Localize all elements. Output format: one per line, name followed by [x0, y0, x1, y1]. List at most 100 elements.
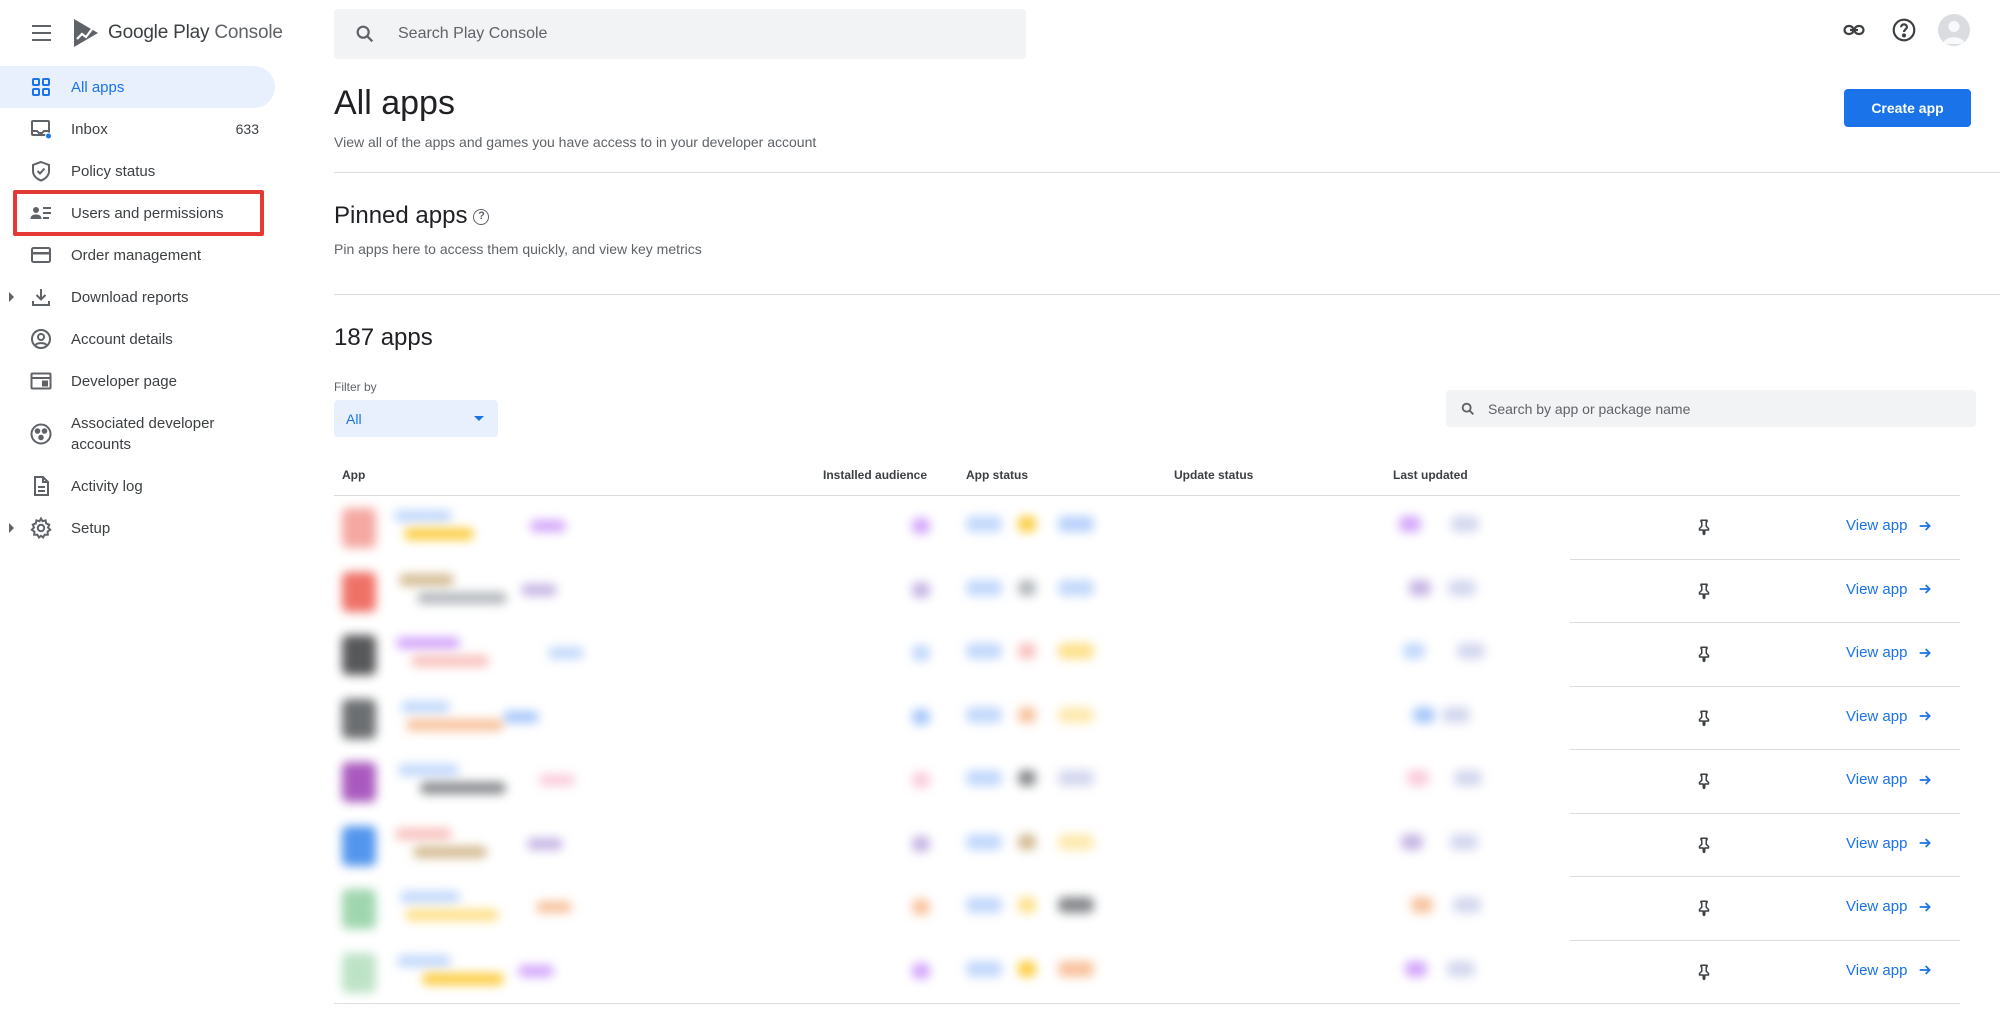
pin-icon[interactable]	[1695, 582, 1713, 600]
view-app-link[interactable]: View app	[1846, 581, 1933, 598]
app-status-value	[1018, 960, 1036, 977]
sidebar-item-label: All apps	[71, 78, 125, 96]
app-search-input[interactable]	[1488, 400, 1968, 417]
app-icon	[342, 952, 376, 993]
table-row[interactable]: View app	[334, 814, 1960, 877]
pin-icon[interactable]	[1695, 709, 1713, 727]
installed-audience-value	[912, 772, 930, 788]
table-row[interactable]: View app	[334, 941, 1960, 1004]
last-updated-value	[1454, 770, 1482, 786]
table-row[interactable]: View app	[334, 750, 1960, 814]
global-search-bar[interactable]	[334, 9, 1026, 59]
view-app-label: View app	[1846, 580, 1908, 598]
app-search-bar[interactable]	[1446, 390, 1976, 427]
last-updated-value	[1447, 960, 1475, 977]
view-app-link[interactable]: View app	[1846, 644, 1933, 661]
sidebar-item-developer-page[interactable]: Developer page	[0, 360, 290, 402]
grid-icon	[32, 78, 50, 96]
expand-arrow-icon[interactable]	[9, 523, 14, 533]
app-name	[548, 647, 584, 659]
view-app-link[interactable]: View app	[1846, 962, 1933, 979]
app-name	[518, 964, 554, 977]
sidebar-item-setup[interactable]: Setup	[0, 507, 290, 549]
view-app-link[interactable]: View app	[1846, 898, 1933, 915]
table-row[interactable]: View app	[334, 560, 1960, 623]
search-input[interactable]	[398, 25, 958, 43]
pin-icon[interactable]	[1695, 836, 1713, 854]
sidebar-item-associated-developer-accounts[interactable]: Associated developer accounts	[0, 402, 290, 465]
search-icon	[356, 25, 374, 43]
table-row[interactable]: View app	[334, 496, 1960, 560]
link-icon[interactable]	[1838, 14, 1870, 46]
sidebar-item-all-apps[interactable]: All apps	[0, 66, 275, 108]
app-status-value	[966, 897, 1002, 913]
column-header-last-updated[interactable]: Last updated	[1393, 468, 1468, 482]
app-package	[413, 845, 487, 858]
pin-icon[interactable]	[1695, 518, 1713, 536]
sidebar-item-order-management[interactable]: Order management	[0, 234, 290, 276]
gear-icon	[30, 516, 52, 540]
sidebar-item-users-and-permissions[interactable]: Users and permissions	[0, 192, 290, 234]
app-name	[527, 837, 563, 850]
app-status-value	[1058, 516, 1094, 532]
table-row[interactable]: View app	[334, 687, 1960, 750]
view-app-link[interactable]: View app	[1846, 708, 1933, 725]
app-icon	[342, 889, 376, 929]
app-status-value	[1058, 833, 1094, 850]
pin-icon[interactable]	[1695, 645, 1713, 663]
last-updated-value	[1453, 897, 1481, 913]
app-package	[405, 909, 499, 921]
sidebar-item-account-details[interactable]: Account details	[0, 318, 290, 360]
page-subtitle: View all of the apps and games you have …	[334, 134, 817, 150]
expand-arrow-icon[interactable]	[9, 292, 14, 302]
brand-google: Google Play	[108, 22, 210, 43]
sidebar-item-label: Order management	[71, 246, 202, 264]
app-status-value	[966, 770, 1002, 786]
view-app-link[interactable]: View app	[1846, 517, 1933, 534]
installed-audience-value	[912, 581, 930, 598]
top-actions	[1838, 14, 1970, 46]
avatar[interactable]	[1938, 14, 1970, 46]
play-console-logo-icon	[74, 19, 98, 47]
app-package	[420, 782, 506, 794]
pin-icon[interactable]	[1695, 963, 1713, 981]
table-row[interactable]: View app	[334, 623, 1960, 687]
sidebar: Google Play Console All apps Inbox 633 P…	[0, 0, 290, 1009]
view-app-label: View app	[1846, 644, 1908, 661]
arrow-right-icon	[1920, 647, 1932, 658]
sidebar-item-activity-log[interactable]: Activity log	[0, 465, 290, 507]
filter-dropdown[interactable]: All	[334, 400, 498, 437]
app-name	[395, 827, 452, 840]
pin-icon[interactable]	[1695, 899, 1713, 917]
column-header-app[interactable]: App	[342, 468, 365, 482]
help-icon[interactable]: ?	[473, 208, 490, 225]
brand-console: Console	[214, 22, 283, 43]
sidebar-item-policy-status[interactable]: Policy status	[0, 150, 290, 192]
installed-audience-value	[912, 962, 930, 979]
filter-label: Filter by	[334, 380, 377, 394]
pinned-apps-title-text: Pinned apps	[334, 202, 468, 229]
sidebar-item-label: Users and permissions	[71, 204, 224, 222]
sidebar-item-inbox[interactable]: Inbox 633	[0, 108, 290, 150]
column-header-app-status[interactable]: App status	[966, 468, 1028, 482]
app-name	[539, 774, 575, 786]
table-row[interactable]: View app	[334, 877, 1960, 941]
create-app-button[interactable]: Create app	[1844, 89, 1971, 127]
app-icon	[342, 825, 376, 866]
app-name	[536, 901, 572, 913]
last-updated-value	[1413, 706, 1435, 723]
sidebar-item-download-reports[interactable]: Download reports	[0, 276, 290, 318]
column-header-installed-audience[interactable]: Installed audience	[823, 468, 927, 482]
column-header-update-status[interactable]: Update status	[1174, 468, 1253, 482]
pin-icon[interactable]	[1695, 772, 1713, 790]
view-app-link[interactable]: View app	[1846, 771, 1933, 788]
app-name	[503, 710, 539, 723]
app-status-value	[966, 643, 1002, 659]
view-app-link[interactable]: View app	[1846, 835, 1933, 852]
help-icon[interactable]	[1888, 14, 1920, 46]
menu-icon[interactable]	[28, 16, 56, 50]
app-status-value	[1018, 516, 1036, 532]
last-updated-value	[1403, 643, 1425, 659]
arrow-right-icon	[1920, 711, 1932, 721]
app-status-value	[1058, 960, 1094, 977]
